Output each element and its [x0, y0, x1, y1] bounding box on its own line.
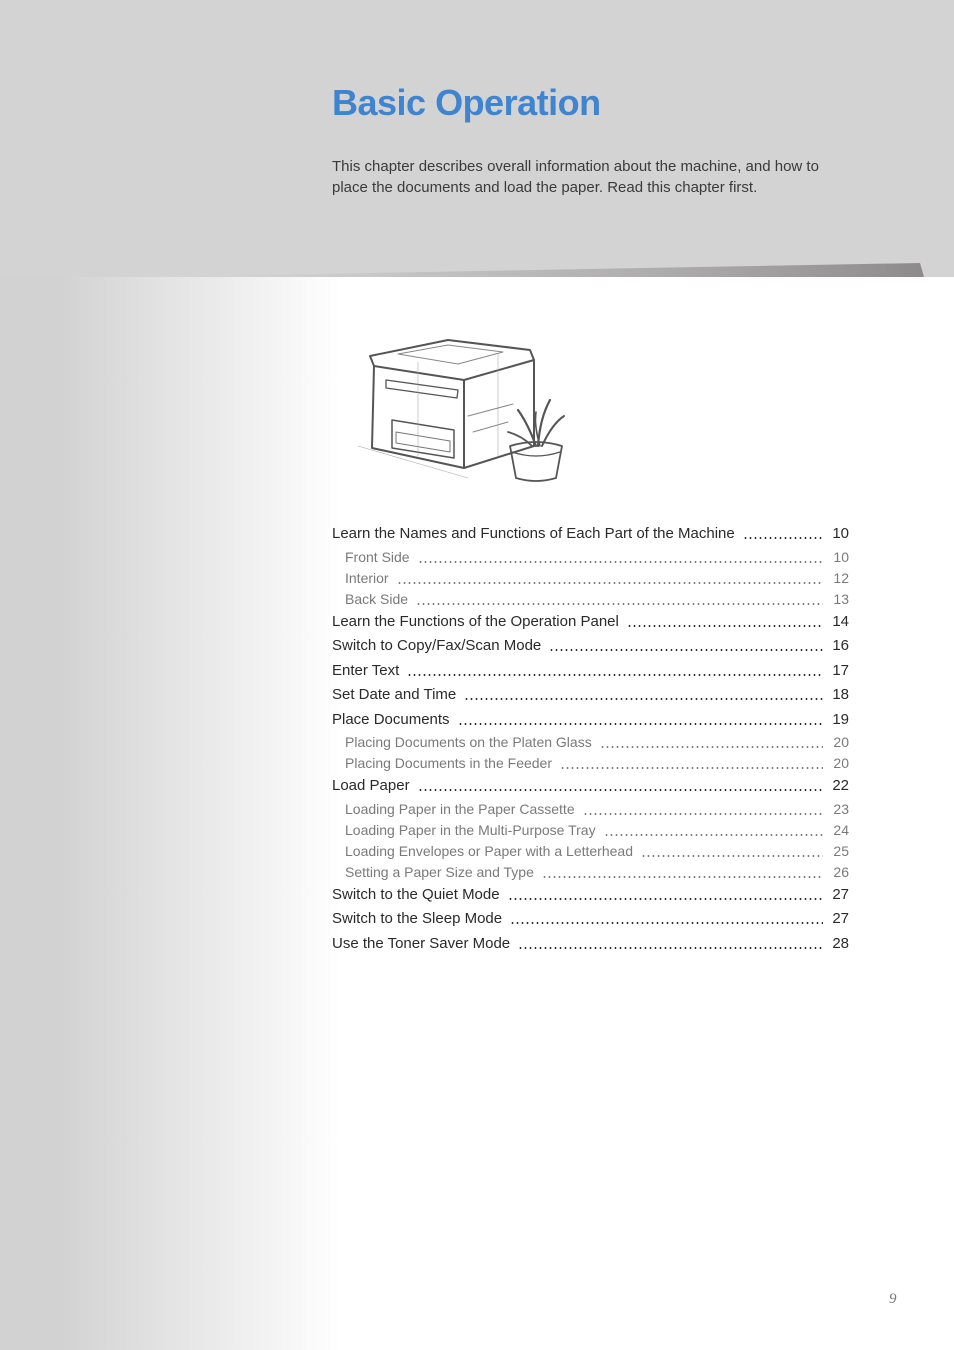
toc-dot-leader — [416, 591, 823, 606]
toc-entry-label[interactable]: Back Side — [345, 589, 416, 610]
chapter-title: Basic Operation — [332, 82, 601, 123]
toc-subentry[interactable]: Setting a Paper Size and Type 26 — [332, 862, 849, 883]
header-shadow-divider — [150, 263, 924, 277]
toc-subentry[interactable]: Front Side 10 — [332, 547, 849, 568]
toc-entry-page[interactable]: 13 — [831, 589, 849, 610]
toc-entry[interactable]: Learn the Names and Functions of Each Pa… — [332, 522, 849, 547]
toc-entry-label[interactable]: Learn the Functions of the Operation Pan… — [332, 610, 627, 635]
toc-entry-page[interactable]: 18 — [831, 683, 849, 708]
toc-entry[interactable]: Switch to Copy/Fax/Scan Mode 16 — [332, 634, 849, 659]
toc-dot-leader — [417, 549, 823, 564]
toc-entry-page[interactable]: 10 — [831, 522, 849, 547]
toc-entry-page[interactable]: 12 — [831, 568, 849, 589]
toc-entry-label[interactable]: Enter Text — [332, 659, 407, 684]
toc-subentry[interactable]: Back Side 13 — [332, 589, 849, 610]
toc-entry-label[interactable]: Set Date and Time — [332, 683, 464, 708]
toc-subentry[interactable]: Loading Paper in the Multi-Purpose Tray 2… — [332, 820, 849, 841]
toc-entry-label[interactable]: Use the Toner Saver Mode — [332, 932, 518, 957]
toc-dot-leader — [457, 710, 823, 726]
toc-dot-leader — [582, 801, 823, 816]
toc-entry-label[interactable]: Loading Paper in the Paper Cassette — [345, 799, 583, 820]
chapter-intro: This chapter describes overall informati… — [332, 158, 819, 196]
toc-dot-leader — [603, 822, 823, 837]
toc-dot-leader — [396, 570, 823, 585]
toc-entry-label[interactable]: Switch to the Quiet Mode — [332, 883, 508, 908]
toc-entry[interactable]: Switch to the Quiet Mode 27 — [332, 883, 849, 908]
toc-entry-page[interactable]: 27 — [831, 883, 849, 908]
toc-entry[interactable]: Set Date and Time 18 — [332, 683, 849, 708]
toc-dot-leader — [626, 612, 823, 628]
toc-entry[interactable]: Switch to the Sleep Mode 27 — [332, 907, 849, 932]
toc-dot-leader — [518, 934, 823, 950]
toc-entry-page[interactable]: 20 — [831, 732, 849, 753]
toc-subentry[interactable]: Interior 12 — [332, 568, 849, 589]
toc-dot-leader — [599, 735, 823, 749]
toc-entry-page[interactable]: 22 — [831, 774, 849, 799]
toc-entry-page[interactable]: 10 — [831, 547, 849, 568]
printer-illustration — [338, 328, 578, 486]
toc-entry-label[interactable]: Switch to the Sleep Mode — [332, 907, 510, 932]
toc-entry-label[interactable]: Interior — [345, 568, 397, 589]
table-of-contents: Learn the Names and Functions of Each Pa… — [332, 522, 849, 956]
toc-entry-page[interactable]: 24 — [831, 820, 849, 841]
toc-dot-leader — [510, 910, 823, 925]
page-number: 9 — [889, 1291, 897, 1307]
toc-dot-leader — [640, 843, 823, 858]
toc-entry[interactable]: Place Documents 19 — [332, 708, 849, 733]
toc-entry[interactable]: Learn the Functions of the Operation Pan… — [332, 610, 849, 635]
toc-entry-page[interactable]: 19 — [831, 708, 849, 733]
toc-entry-label[interactable]: Learn the Names and Functions of Each Pa… — [332, 522, 743, 547]
toc-entry-page[interactable]: 16 — [831, 634, 849, 659]
toc-subentry[interactable]: Placing Documents on the Platen Glass 20 — [332, 732, 849, 753]
toc-entry-page[interactable]: 28 — [831, 932, 849, 957]
toc-entry[interactable]: Use the Toner Saver Mode 28 — [332, 932, 849, 957]
toc-subentry[interactable]: Placing Documents in the Feeder 20 — [332, 753, 849, 774]
toc-entry-page[interactable]: 23 — [831, 799, 849, 820]
toc-dot-leader — [417, 777, 823, 792]
toc-dot-leader — [742, 525, 823, 540]
toc-entry-page[interactable]: 14 — [831, 610, 849, 635]
toc-subentry[interactable]: Loading Envelopes or Paper with a Letter… — [332, 841, 849, 862]
toc-entry-label[interactable]: Switch to Copy/Fax/Scan Mode — [332, 634, 549, 659]
toc-entry-label[interactable]: Placing Documents in the Feeder — [345, 753, 560, 774]
toc-entry-page[interactable]: 17 — [831, 659, 849, 684]
toc-entry[interactable]: Load Paper 22 — [332, 774, 849, 799]
toc-entry-label[interactable]: Load Paper — [332, 774, 418, 799]
toc-subentry[interactable]: Loading Paper in the Paper Cassette 23 — [332, 799, 849, 820]
chapter-header-band — [0, 0, 954, 277]
toc-entry-page[interactable]: 26 — [831, 862, 849, 883]
toc-dot-leader — [541, 864, 823, 879]
toc-entry-label[interactable]: Setting a Paper Size and Type — [345, 862, 542, 883]
toc-entry-label[interactable]: Front Side — [345, 547, 418, 568]
toc-entry-label[interactable]: Loading Paper in the Multi-Purpose Tray — [345, 820, 604, 841]
toc-entry-label[interactable]: Placing Documents on the Platen Glass — [345, 732, 600, 753]
printer-sketch-icon — [357, 339, 565, 482]
toc-dot-leader — [560, 756, 823, 770]
toc-entry-label[interactable]: Place Documents — [332, 708, 458, 733]
toc-entry-page[interactable]: 20 — [831, 753, 849, 774]
toc-dot-leader — [549, 637, 823, 652]
toc-dot-leader — [507, 885, 823, 901]
toc-dot-leader — [407, 661, 823, 677]
toc-entry-page[interactable]: 25 — [831, 841, 849, 862]
toc-entry-label[interactable]: Loading Envelopes or Paper with a Letter… — [345, 841, 641, 862]
toc-entry-page[interactable]: 27 — [831, 907, 849, 932]
toc-dot-leader — [464, 686, 823, 701]
toc-entry[interactable]: Enter Text 17 — [332, 659, 849, 684]
